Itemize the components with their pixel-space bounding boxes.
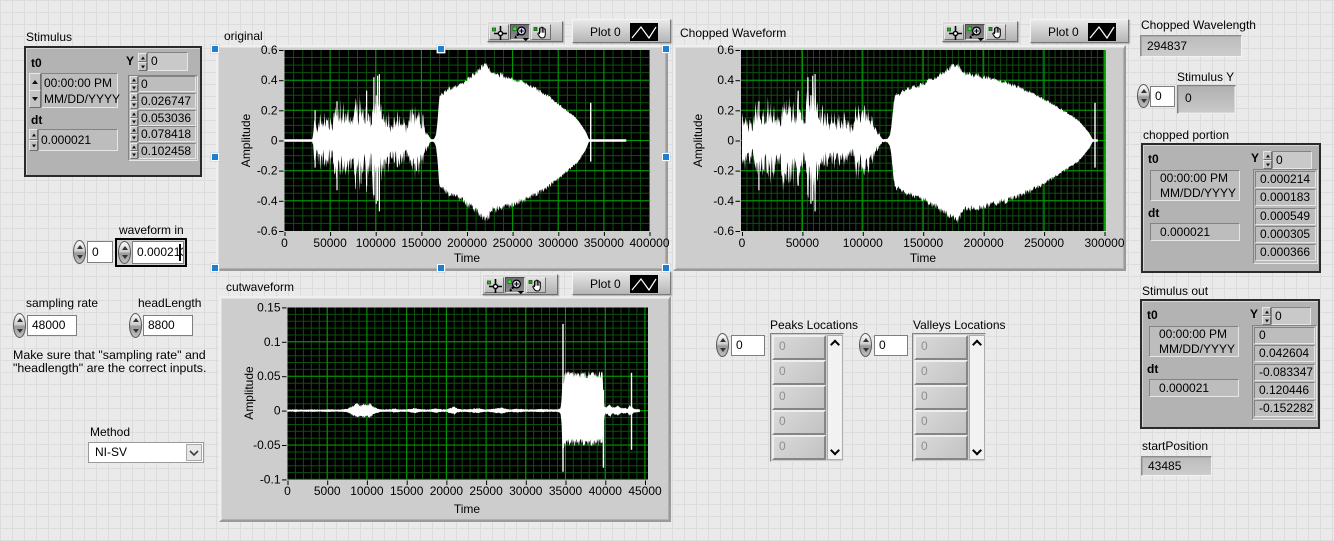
svg-text:-0.05: -0.05	[253, 438, 281, 452]
svg-text:300000: 300000	[1084, 236, 1124, 250]
svg-text:150000: 150000	[401, 236, 441, 250]
svg-text:Amplitude: Amplitude	[242, 366, 256, 420]
svg-text:0.6: 0.6	[261, 43, 278, 57]
svg-text:0.4: 0.4	[261, 73, 278, 87]
svg-text:250000: 250000	[493, 236, 533, 250]
svg-text:-0.4: -0.4	[257, 194, 278, 208]
svg-text:-0.1: -0.1	[260, 472, 281, 486]
svg-text:Time: Time	[454, 251, 481, 265]
svg-text:45000: 45000	[628, 484, 662, 498]
svg-text:0.1: 0.1	[264, 335, 281, 349]
svg-text:-0.2: -0.2	[257, 164, 278, 178]
svg-text:200000: 200000	[447, 236, 487, 250]
svg-text:-0.6: -0.6	[257, 224, 278, 238]
svg-text:200000: 200000	[964, 236, 1004, 250]
svg-text:150000: 150000	[903, 236, 943, 250]
svg-text:-0.4: -0.4	[713, 194, 734, 208]
svg-text:0: 0	[284, 484, 291, 498]
svg-text:20000: 20000	[430, 484, 464, 498]
svg-text:0.05: 0.05	[257, 369, 281, 383]
svg-text:0: 0	[727, 134, 734, 148]
svg-text:350000: 350000	[584, 236, 624, 250]
svg-text:-0.2: -0.2	[713, 164, 734, 178]
svg-text:40000: 40000	[589, 484, 623, 498]
svg-text:250000: 250000	[1024, 236, 1064, 250]
svg-text:0.2: 0.2	[261, 103, 278, 117]
svg-text:0: 0	[281, 236, 288, 250]
svg-text:10000: 10000	[350, 484, 384, 498]
svg-text:0: 0	[271, 134, 278, 148]
svg-text:0.6: 0.6	[717, 43, 734, 57]
svg-text:Time: Time	[454, 502, 481, 516]
svg-text:Time: Time	[910, 251, 937, 265]
svg-text:Amplitude: Amplitude	[691, 114, 705, 168]
svg-text:400000: 400000	[629, 236, 669, 250]
svg-text:-0.6: -0.6	[713, 224, 734, 238]
svg-text:0: 0	[739, 236, 746, 250]
svg-text:300000: 300000	[538, 236, 578, 250]
svg-text:100000: 100000	[356, 236, 396, 250]
svg-text:50000: 50000	[313, 236, 347, 250]
svg-text:50000: 50000	[786, 236, 820, 250]
svg-text:0.2: 0.2	[717, 103, 734, 117]
svg-text:0: 0	[274, 404, 281, 418]
svg-text:30000: 30000	[509, 484, 543, 498]
svg-text:35000: 35000	[549, 484, 583, 498]
svg-text:0.15: 0.15	[257, 300, 281, 314]
svg-text:15000: 15000	[390, 484, 424, 498]
svg-text:25000: 25000	[469, 484, 503, 498]
svg-text:5000: 5000	[314, 484, 341, 498]
svg-text:100000: 100000	[843, 236, 883, 250]
svg-text:Amplitude: Amplitude	[239, 114, 253, 168]
svg-text:0.4: 0.4	[717, 73, 734, 87]
